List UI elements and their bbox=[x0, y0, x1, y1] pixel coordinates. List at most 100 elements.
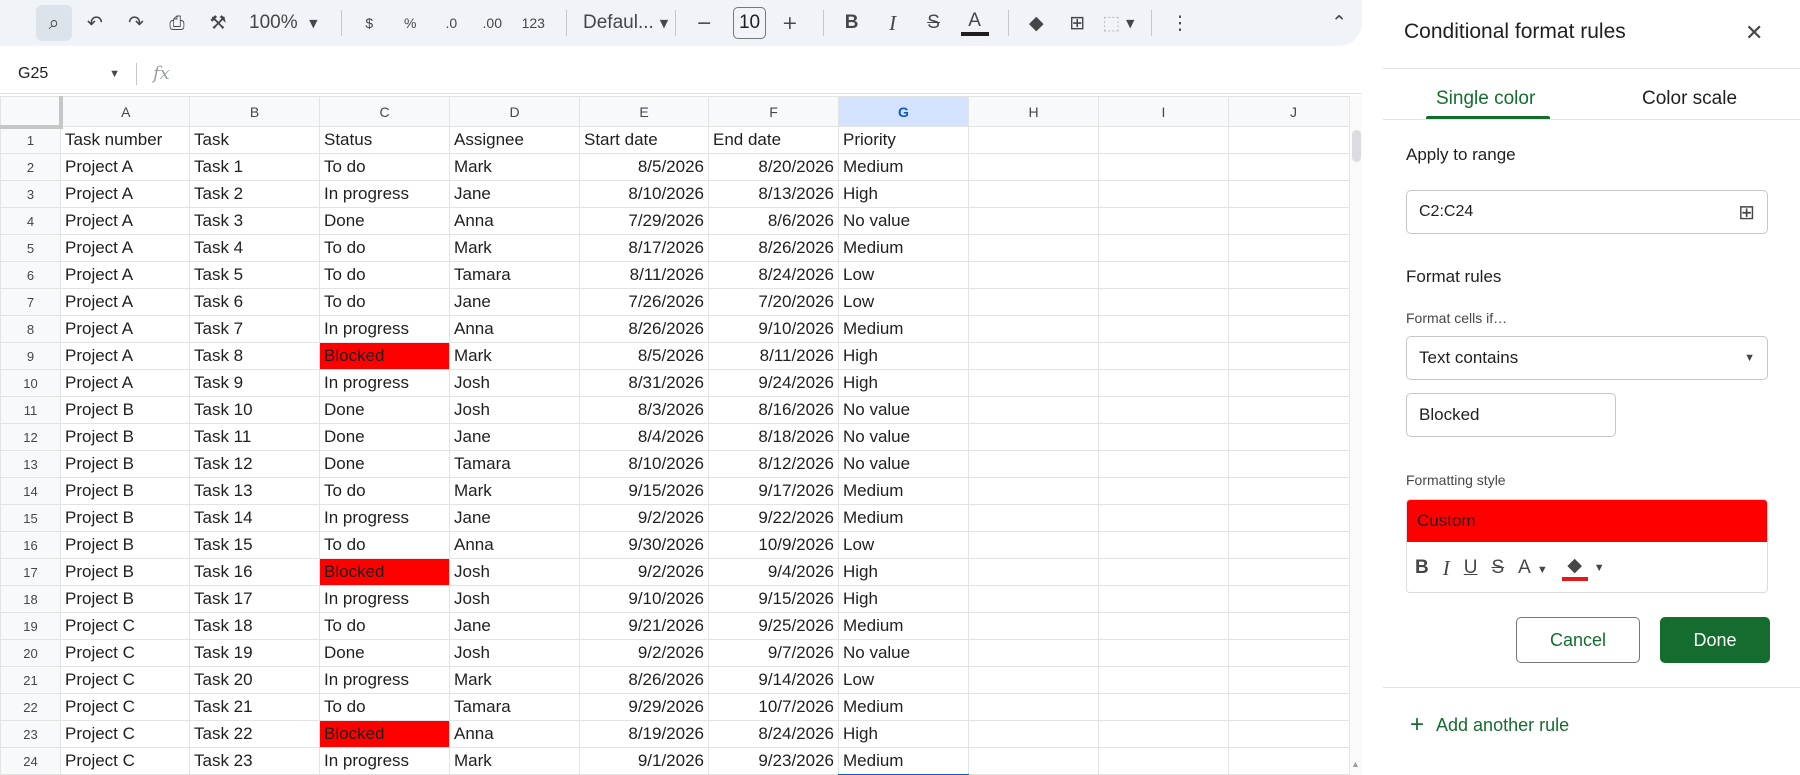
cell[interactable]: 7/29/2026 bbox=[579, 207, 709, 235]
cell[interactable]: 8/11/2026 bbox=[579, 261, 709, 289]
cell[interactable]: Medium bbox=[838, 477, 969, 505]
cell[interactable]: Jane bbox=[449, 288, 580, 316]
cell[interactable] bbox=[1098, 153, 1229, 181]
cell[interactable]: No value bbox=[838, 396, 969, 424]
column-header-b[interactable]: B bbox=[189, 96, 320, 127]
cell[interactable]: Blocked bbox=[319, 342, 450, 370]
cell[interactable]: 8/18/2026 bbox=[708, 423, 839, 451]
style-preview[interactable]: Custom bbox=[1407, 500, 1767, 542]
cell[interactable]: Project B bbox=[60, 504, 190, 532]
cell[interactable] bbox=[968, 504, 1099, 532]
cell[interactable]: Project A bbox=[60, 288, 190, 316]
cell[interactable]: To do bbox=[319, 477, 450, 505]
row-header[interactable]: 13 bbox=[0, 450, 61, 478]
cell[interactable] bbox=[968, 747, 1099, 775]
cell[interactable] bbox=[1098, 126, 1229, 154]
column-header-g[interactable]: G bbox=[838, 96, 969, 127]
cell[interactable] bbox=[1098, 234, 1229, 262]
cell[interactable]: High bbox=[838, 585, 969, 613]
cell[interactable] bbox=[1228, 477, 1359, 505]
cell[interactable]: 8/12/2026 bbox=[708, 450, 839, 478]
cell[interactable] bbox=[968, 180, 1099, 208]
print-button[interactable]: ⎙ bbox=[159, 5, 195, 41]
style-fill-color-button[interactable]: ◆ ▼ bbox=[1561, 556, 1605, 581]
cell[interactable]: 9/21/2026 bbox=[579, 612, 709, 640]
cell[interactable]: Start date bbox=[579, 126, 709, 154]
cell[interactable]: Task 4 bbox=[189, 234, 320, 262]
cell[interactable] bbox=[968, 585, 1099, 613]
cell[interactable] bbox=[1098, 531, 1229, 559]
style-text-color-button[interactable]: A ▼ bbox=[1518, 557, 1548, 579]
search-menus-button[interactable]: ⌕ bbox=[36, 5, 72, 41]
cell[interactable]: 8/24/2026 bbox=[708, 720, 839, 748]
cell[interactable]: Jane bbox=[449, 423, 580, 451]
cell[interactable]: 9/2/2026 bbox=[579, 639, 709, 667]
cell[interactable] bbox=[1098, 180, 1229, 208]
cell[interactable] bbox=[1228, 396, 1359, 424]
row-header[interactable]: 5 bbox=[0, 234, 61, 262]
cell[interactable] bbox=[968, 126, 1099, 154]
cell[interactable]: Project A bbox=[60, 261, 190, 289]
cell[interactable]: 9/29/2026 bbox=[579, 693, 709, 721]
cell[interactable]: Task 21 bbox=[189, 693, 320, 721]
row-header[interactable]: 6 bbox=[0, 261, 61, 289]
cell[interactable] bbox=[1228, 423, 1359, 451]
cell[interactable]: In progress bbox=[319, 666, 450, 694]
cell[interactable]: Task 23 bbox=[189, 747, 320, 775]
cell[interactable]: Jane bbox=[449, 180, 580, 208]
cell[interactable] bbox=[1228, 666, 1359, 694]
cell[interactable]: 9/17/2026 bbox=[708, 477, 839, 505]
cell[interactable]: 9/1/2026 bbox=[579, 747, 709, 775]
cell[interactable] bbox=[1228, 261, 1359, 289]
cell[interactable]: 9/23/2026 bbox=[708, 747, 839, 775]
decrease-font-size-button[interactable]: − bbox=[686, 5, 722, 41]
cell[interactable]: 8/20/2026 bbox=[708, 153, 839, 181]
cell[interactable] bbox=[968, 342, 1099, 370]
cell[interactable]: To do bbox=[319, 261, 450, 289]
column-header-d[interactable]: D bbox=[449, 96, 580, 127]
row-header[interactable]: 16 bbox=[0, 531, 61, 559]
cell[interactable] bbox=[968, 639, 1099, 667]
cell[interactable] bbox=[1228, 747, 1359, 775]
name-box[interactable]: G25 ▼ bbox=[0, 65, 130, 83]
cell[interactable]: No value bbox=[838, 450, 969, 478]
cell[interactable]: Priority bbox=[838, 126, 969, 154]
style-underline-button[interactable]: U bbox=[1464, 557, 1478, 579]
cell[interactable] bbox=[1098, 477, 1229, 505]
cell[interactable]: Done bbox=[319, 396, 450, 424]
cell[interactable]: 8/26/2026 bbox=[579, 666, 709, 694]
cell[interactable]: No value bbox=[838, 423, 969, 451]
cell[interactable]: Project A bbox=[60, 234, 190, 262]
cell[interactable] bbox=[968, 153, 1099, 181]
cell[interactable]: To do bbox=[319, 153, 450, 181]
close-icon[interactable]: ✕ bbox=[1745, 20, 1763, 46]
cell[interactable]: Task 10 bbox=[189, 396, 320, 424]
vertical-scrollbar[interactable]: ▲ bbox=[1349, 96, 1362, 775]
cell[interactable]: Tamara bbox=[449, 261, 580, 289]
cell[interactable]: High bbox=[838, 558, 969, 586]
cell[interactable]: Project B bbox=[60, 558, 190, 586]
cell[interactable]: 8/10/2026 bbox=[579, 450, 709, 478]
cell[interactable] bbox=[968, 558, 1099, 586]
cell[interactable]: Anna bbox=[449, 207, 580, 235]
cell[interactable]: Josh bbox=[449, 369, 580, 397]
text-color-button[interactable]: A bbox=[957, 5, 993, 41]
tab-color-scale[interactable]: Color scale bbox=[1642, 88, 1737, 110]
cell[interactable] bbox=[1228, 639, 1359, 667]
column-header-a[interactable]: A bbox=[60, 96, 190, 127]
cell[interactable] bbox=[1228, 207, 1359, 235]
cell[interactable] bbox=[1098, 612, 1229, 640]
cell[interactable]: Project B bbox=[60, 477, 190, 505]
column-header-f[interactable]: F bbox=[708, 96, 839, 127]
cell[interactable] bbox=[1098, 396, 1229, 424]
cell[interactable]: Project C bbox=[60, 720, 190, 748]
cell[interactable] bbox=[968, 531, 1099, 559]
cell[interactable] bbox=[1228, 720, 1359, 748]
cell[interactable]: 9/2/2026 bbox=[579, 558, 709, 586]
font-family-select[interactable]: Defaul... ▼ bbox=[577, 5, 668, 41]
row-header[interactable]: 15 bbox=[0, 504, 61, 532]
cell[interactable] bbox=[1228, 531, 1359, 559]
row-header[interactable]: 1 bbox=[0, 126, 61, 154]
cell[interactable]: 10/9/2026 bbox=[708, 531, 839, 559]
cell[interactable] bbox=[1098, 342, 1229, 370]
